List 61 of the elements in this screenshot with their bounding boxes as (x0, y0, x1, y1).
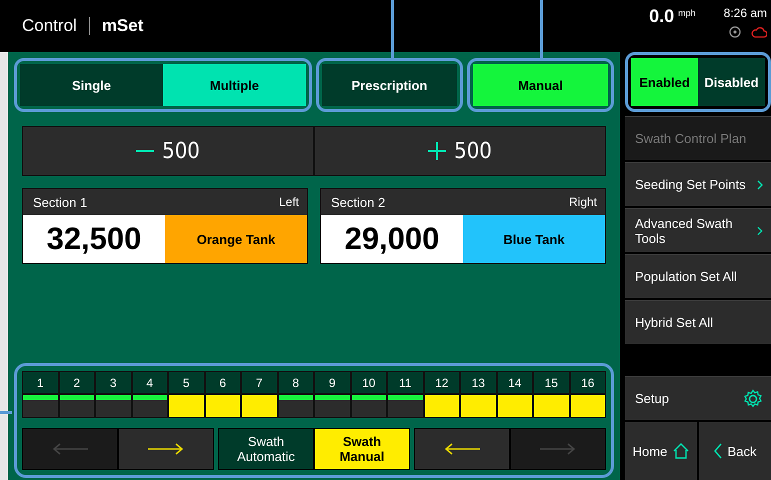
tank-label: Orange Tank (165, 215, 307, 263)
back-button[interactable]: Back (699, 422, 771, 480)
right-arrow-icon (540, 443, 576, 455)
right-arrow-icon (148, 443, 184, 455)
section-number: 16 (570, 372, 605, 393)
toggle-tab[interactable]: Single (20, 64, 163, 106)
setup-button[interactable]: Setup (625, 376, 771, 420)
clock-time: 8:26 am (724, 6, 767, 20)
toggle-tab[interactable]: Disabled (698, 58, 765, 106)
home-icon (673, 443, 690, 459)
arrow-button[interactable] (414, 428, 510, 470)
section-side: Right (568, 195, 597, 209)
tank-label: Blue Tank (463, 215, 605, 263)
section-number: 6 (206, 372, 240, 393)
left-arrow-icon (444, 443, 480, 455)
cloud-icon (751, 26, 767, 38)
screen-title: Control (22, 16, 77, 36)
decrease-button[interactable]: 500 (22, 126, 314, 176)
menu-item[interactable]: Hybrid Set All (625, 300, 771, 344)
toggle-tab[interactable]: Multiple (162, 64, 306, 106)
menu-item[interactable]: Advanced Swath Tools (625, 208, 771, 252)
section-number: 8 (278, 372, 313, 393)
section-number: 12 (424, 372, 459, 393)
settings-icon (743, 388, 763, 408)
chevron-right-icon (757, 180, 763, 190)
section-number: 14 (498, 372, 532, 393)
section-side: Left (278, 195, 299, 209)
arrow-button[interactable] (118, 428, 214, 470)
swath-mode-button[interactable]: Swath Manual (314, 428, 410, 470)
population-value: 29,000 (321, 215, 463, 263)
chevron-right-icon (757, 226, 763, 236)
toggle-tab[interactable]: Prescription (322, 64, 457, 106)
section-number: 13 (461, 372, 496, 393)
menu-item[interactable]: Seeding Set Points (625, 162, 771, 206)
minus-icon (136, 150, 154, 152)
section-number: 7 (242, 372, 276, 393)
toggle-tab[interactable]: Enabled (631, 58, 698, 106)
increase-button[interactable]: 500 (314, 126, 606, 176)
section-number: 1 (23, 372, 58, 393)
speed-value: 0.0 (649, 6, 674, 27)
population-value: 32,500 (23, 215, 165, 263)
section-number: 3 (96, 372, 130, 393)
screen-subtitle: mSet (102, 16, 144, 36)
section-number: 5 (169, 372, 204, 393)
section-number: 4 (132, 372, 167, 393)
menu-item[interactable]: Population Set All (625, 254, 771, 298)
section-name: Section 1 (33, 194, 88, 210)
toggle-tab[interactable]: Manual (472, 64, 608, 106)
chevron-left-icon (714, 443, 722, 459)
section-number: 2 (60, 372, 94, 393)
section-number: 9 (315, 372, 350, 393)
plus-icon (428, 142, 446, 160)
swath-mode-button[interactable]: Swath Automatic (218, 428, 314, 470)
section-name: Section 2 (331, 194, 386, 210)
section-number: 11 (388, 372, 422, 393)
home-button[interactable]: Home (625, 422, 697, 480)
section-number: 15 (534, 372, 568, 393)
section-number: 10 (352, 372, 386, 393)
steering-wheel-icon (729, 26, 741, 38)
speed-unit: mph (678, 8, 696, 18)
left-arrow-icon (52, 443, 88, 455)
